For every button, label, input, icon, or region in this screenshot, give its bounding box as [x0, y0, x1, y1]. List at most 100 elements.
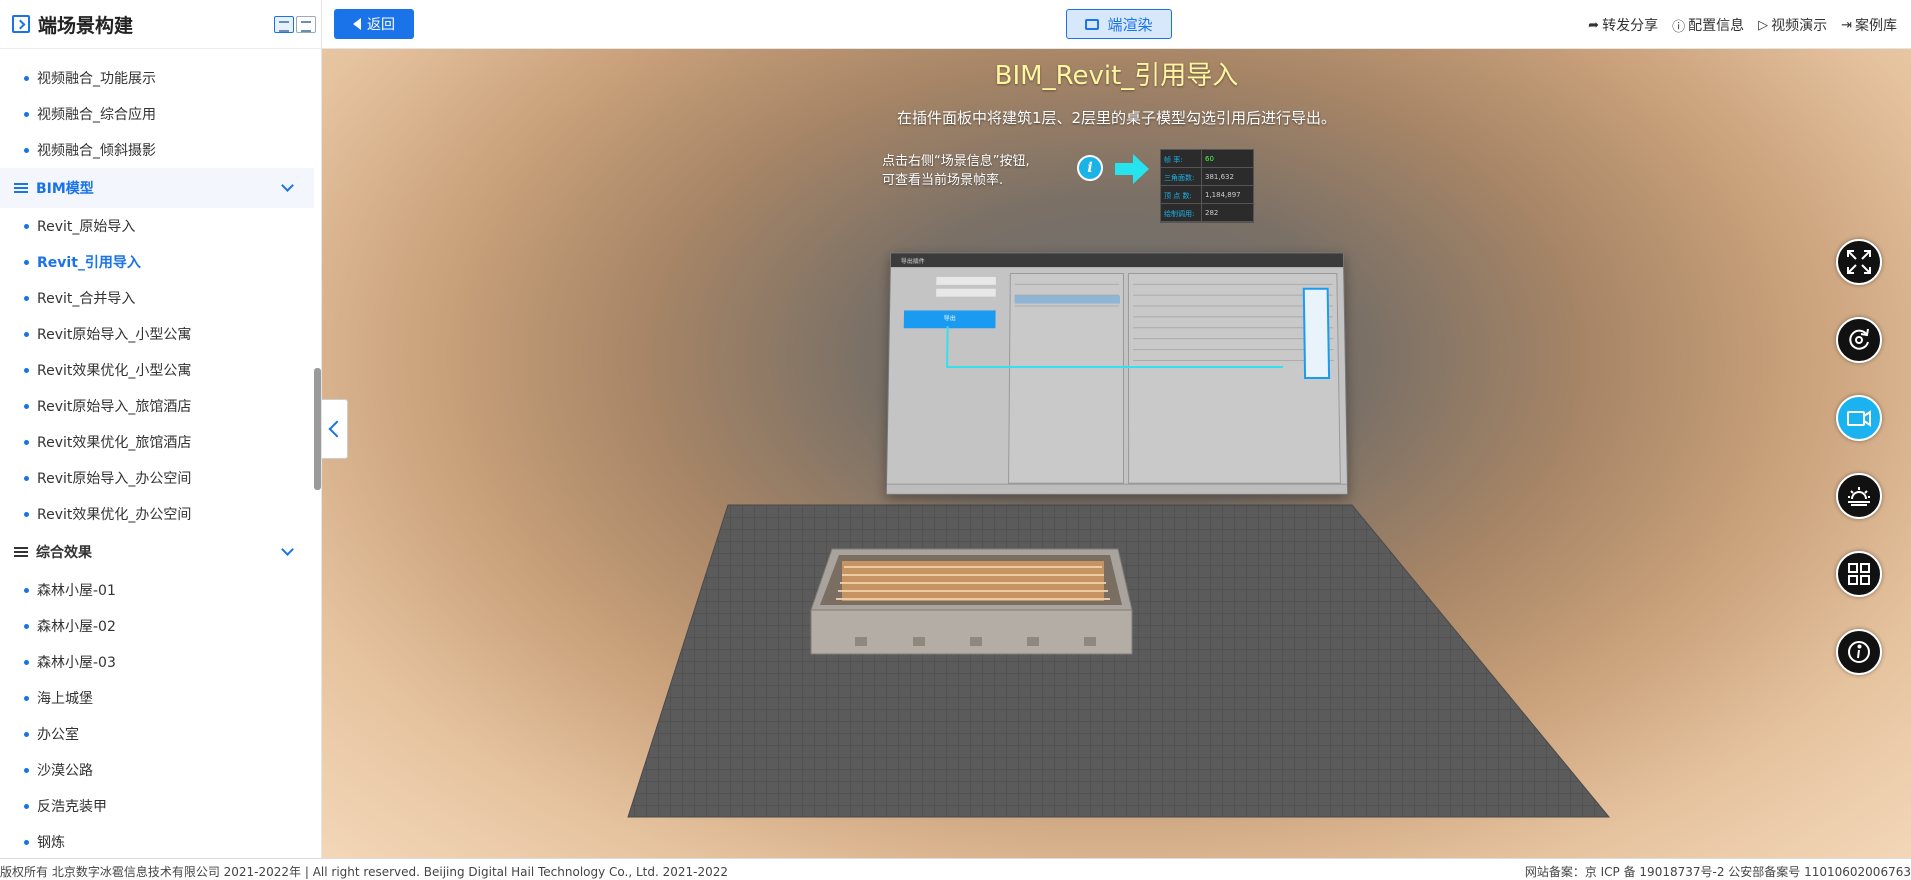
share-icon: ➦ — [1588, 18, 1599, 33]
footer-icp: 网站备案：京 ICP 备 19018737号-2 公安部备案号 11010602… — [1525, 863, 1911, 880]
stats-value: 381,632 — [1201, 168, 1253, 185]
sidebar-item-label: 海上城堡 — [37, 688, 93, 708]
stats-key: 顶 点 数: — [1161, 186, 1201, 203]
sidebar-list: 视频融合_功能展示视频融合_综合应用视频融合_倾斜摄影 BIM模型 Revit_原始… — [0, 60, 314, 858]
scene-list-button[interactable] — [1836, 551, 1882, 597]
list-view-icon[interactable] — [274, 16, 294, 33]
sidebar-item-label: 办公室 — [37, 724, 79, 744]
sidebar-item[interactable]: 海上城堡 — [0, 680, 314, 716]
fullscreen-button[interactable] — [1836, 239, 1882, 285]
back-button-label: 返回 — [367, 14, 395, 34]
sidebar-item[interactable]: Revit效果优化_旅馆酒店 — [0, 424, 314, 460]
sidebar-item[interactable]: Revit_原始导入 — [0, 208, 314, 244]
sidebar-item[interactable]: 视频融合_综合应用 — [0, 96, 314, 132]
dialog-title: 导出插件 — [891, 253, 1343, 267]
sidebar-item-label: Revit效果优化_旅馆酒店 — [37, 432, 191, 452]
scene-hint: 点击右侧“场景信息”按钮, 可查看当前场景帧率. — [882, 152, 1030, 190]
sidebar-item-label: 沙漠公路 — [37, 760, 93, 780]
sidebar-item[interactable]: Revit_引用导入 — [0, 244, 314, 280]
bullet-icon — [24, 332, 29, 337]
sidebar-item[interactable]: 视频融合_倾斜摄影 — [0, 132, 314, 168]
stats-panel: 帧 率: 60 三角面数: 381,632 顶 点 数: 1,184,897 绘制调用: 28… — [1160, 149, 1254, 223]
collapse-sidebar-button[interactable] — [322, 399, 348, 459]
sidebar-item[interactable]: 办公室 — [0, 716, 314, 752]
bullet-icon — [24, 368, 29, 373]
sidebar-item[interactable]: Revit效果优化_小型公寓 — [0, 352, 314, 388]
stats-row: 绘制调用: 282 — [1161, 204, 1253, 222]
sidebar-item-label: Revit效果优化_小型公寓 — [37, 360, 191, 380]
bullet-icon — [24, 404, 29, 409]
sidebar-item-label: 视频融合_倾斜摄影 — [37, 140, 156, 160]
reset-view-button[interactable] — [1836, 317, 1882, 363]
sidebar-item[interactable]: Revit原始导入_旅馆酒店 — [0, 388, 314, 424]
top-action-3[interactable]: ⇥ 案例库 — [1841, 15, 1897, 35]
sidebar-item-label: 视频融合_功能展示 — [37, 68, 156, 88]
stats-key: 绘制调用: — [1161, 204, 1201, 221]
chevron-down-icon — [281, 543, 294, 556]
bullet-icon — [24, 512, 29, 517]
weather-button[interactable] — [1836, 473, 1882, 519]
bullet-icon — [24, 112, 29, 117]
sidebar-item-label: 森林小屋-03 — [37, 652, 116, 672]
bullet-icon — [24, 804, 29, 809]
video-button[interactable] — [1836, 395, 1882, 441]
sidebar-group[interactable]: BIM模型 — [0, 168, 314, 208]
scene-viewport[interactable]: BIM_Revit_引用导入 在插件面板中将建筑1层、2层里的桌子模型勾选引用后… — [322, 49, 1911, 858]
monitor-icon — [1085, 19, 1099, 30]
camera-icon — [1846, 405, 1872, 431]
sidebar-item[interactable]: 森林小屋-02 — [0, 608, 314, 644]
library-icon: ⇥ — [1841, 18, 1852, 33]
top-action-1[interactable]: ⓘ 配置信息 — [1672, 15, 1744, 35]
sidebar-item[interactable]: 沙漠公路 — [0, 752, 314, 788]
top-action-2[interactable]: ▷ 视频演示 — [1758, 15, 1827, 35]
render-button-label: 端渲染 — [1107, 14, 1152, 35]
fullscreen-icon — [1846, 249, 1872, 275]
image-view-icon[interactable] — [296, 16, 316, 33]
sidebar-item-label: Revit_原始导入 — [37, 216, 135, 236]
render-button[interactable]: 端渲染 — [1066, 9, 1172, 39]
sidebar-item-label: Revit原始导入_办公空间 — [37, 468, 191, 488]
sidebar-item-label: Revit_引用导入 — [37, 252, 141, 272]
sidebar-title: 端场景构建 — [38, 11, 133, 38]
sidebar-item[interactable]: 森林小屋-03 — [0, 644, 314, 680]
chevron-down-icon — [281, 179, 294, 192]
sidebar-item[interactable]: 钢炼 — [0, 824, 314, 858]
chevron-left-icon — [329, 421, 346, 438]
top-action-label: 案例库 — [1855, 15, 1897, 35]
sidebar-item-label: Revit原始导入_旅馆酒店 — [37, 396, 191, 416]
sidebar-item-label: 反浩克装甲 — [37, 796, 107, 816]
sidebar-item[interactable]: Revit效果优化_办公空间 — [0, 496, 314, 532]
bullet-icon — [24, 696, 29, 701]
stats-value: 1,184,897 — [1201, 186, 1253, 203]
sidebar-item-label: Revit效果优化_办公空间 — [37, 504, 191, 524]
sidebar-scrollbar[interactable] — [314, 368, 321, 490]
sidebar-item[interactable]: Revit_合并导入 — [0, 280, 314, 316]
top-action-0[interactable]: ➦ 转发分享 — [1588, 15, 1658, 35]
bullet-icon — [24, 624, 29, 629]
info-icon: i — [1077, 155, 1103, 181]
play-icon: ▷ — [1758, 18, 1768, 33]
sidebar-item[interactable]: Revit原始导入_小型公寓 — [0, 316, 314, 352]
grid-icon — [1846, 561, 1872, 587]
back-button[interactable]: 返回 — [334, 9, 414, 39]
bullet-icon — [24, 476, 29, 481]
bullet-icon — [24, 76, 29, 81]
bullet-icon — [24, 296, 29, 301]
back-arrow-icon — [353, 18, 361, 30]
sidebar-item[interactable]: Revit原始导入_办公空间 — [0, 460, 314, 496]
hint-line-1: 点击右侧“场景信息”按钮, — [882, 152, 1030, 171]
scene-subtitle: 在插件面板中将建筑1层、2层里的桌子模型勾选引用后进行导出。 — [322, 107, 1911, 128]
bullet-icon — [24, 660, 29, 665]
sidebar-item[interactable]: 反浩克装甲 — [0, 788, 314, 824]
sidebar-item[interactable]: 森林小屋-01 — [0, 572, 314, 608]
bullet-icon — [24, 260, 29, 265]
terminal-icon — [12, 15, 30, 33]
bullet-icon — [24, 588, 29, 593]
sidebar: 端场景构建 视频融合_功能展示视频融合_综合应用视频融合_倾斜摄影 BIM模型 Re… — [0, 0, 322, 858]
view-toggle — [274, 16, 316, 33]
sidebar-item-label: 森林小屋-02 — [37, 616, 116, 636]
scene-info-button[interactable] — [1836, 629, 1882, 675]
info-icon — [1846, 639, 1872, 665]
sidebar-group[interactable]: 综合效果 — [0, 532, 314, 572]
sidebar-item[interactable]: 视频融合_功能展示 — [0, 60, 314, 96]
